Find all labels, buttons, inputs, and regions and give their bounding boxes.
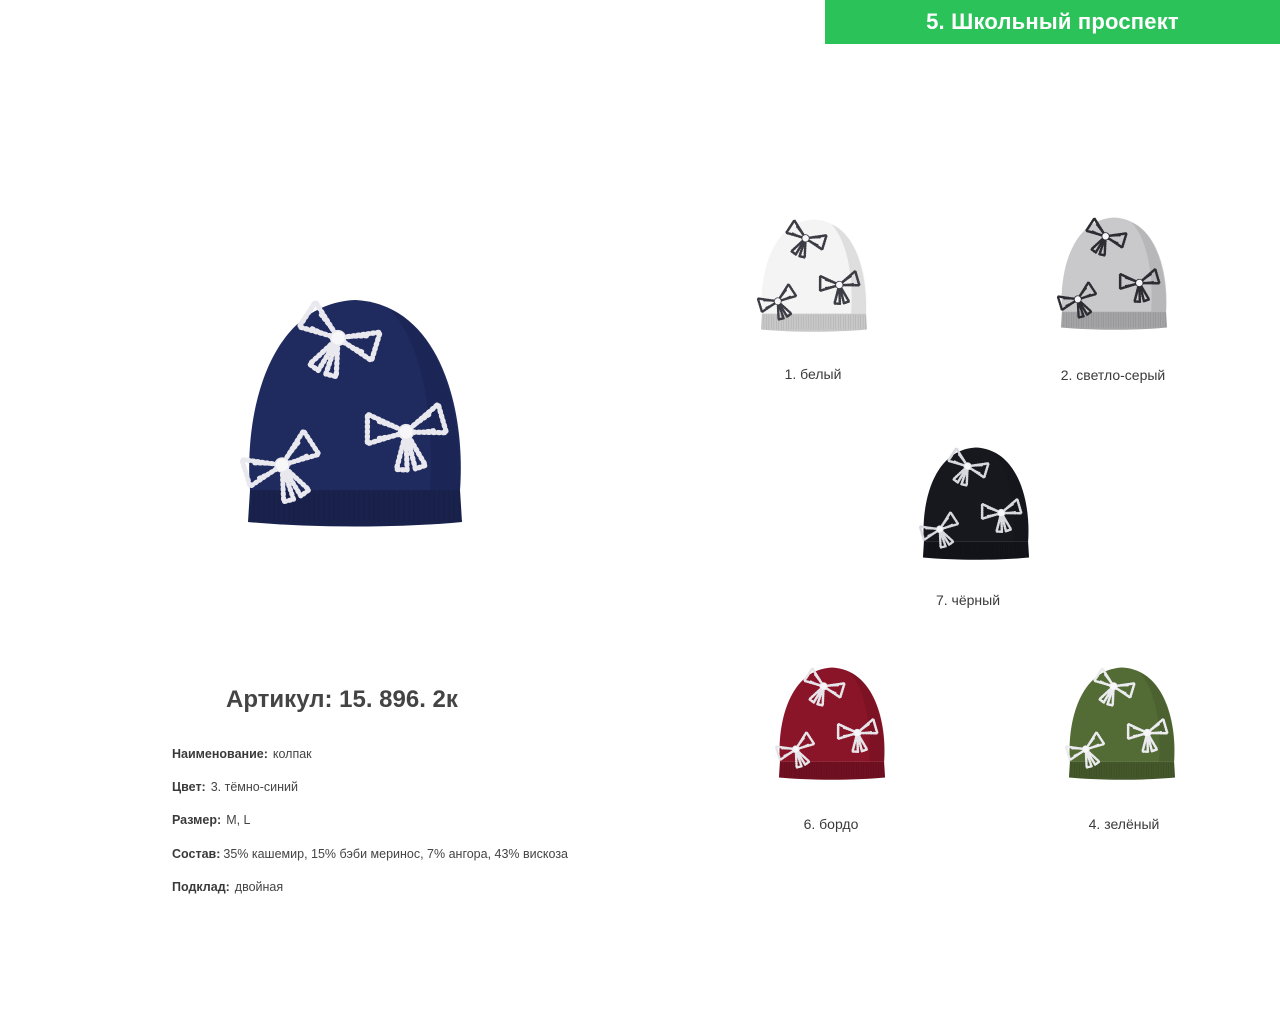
spec-name-key: Наименование: — [172, 747, 268, 761]
hat-navy-image — [239, 299, 462, 527]
hat-green-image — [1064, 667, 1176, 780]
spec-lining-value: двойная — [234, 880, 284, 894]
spec-size-key: Размер: — [172, 813, 222, 827]
section-title-banner: 5. Школьный проспект — [825, 0, 1280, 44]
hat-black-image — [918, 447, 1030, 560]
variant-image-light-grey — [1052, 206, 1176, 338]
spec-lining-row: Подклад: двойная — [172, 880, 283, 894]
hat-rib-band — [778, 761, 886, 780]
article-title: Артикул: 15. 896. 2к — [226, 686, 458, 713]
spec-color-row: Цвет: 3. тёмно-синий — [172, 780, 298, 794]
spec-size-value: M, L — [226, 813, 251, 827]
spec-composition-row: Состав: 35% кашемир, 15% бэби меринос, 7%… — [172, 847, 568, 861]
hat-rib-band — [248, 490, 462, 527]
variant-label-green: 4. зелёный — [1088, 816, 1160, 832]
variant-label-bordeaux: 6. бордо — [803, 816, 859, 832]
hat-light-grey-image — [1056, 217, 1168, 330]
spec-composition-key: Состав: — [172, 847, 221, 861]
spec-composition-value: 35% кашемир, 15% бэби меринос, 7% ангора… — [223, 847, 568, 861]
variant-label-black: 7. чёрный — [935, 592, 1001, 608]
variant-label-light-grey: 2. светло-серый — [1060, 367, 1166, 383]
spec-color-value: 3. тёмно-синий — [210, 780, 299, 794]
variant-image-black — [914, 436, 1038, 568]
hat-rib-band — [922, 541, 1030, 560]
hat-rib-band — [1068, 761, 1176, 780]
spec-lining-key: Подклад: — [172, 880, 230, 894]
variant-image-bordeaux — [770, 656, 894, 788]
main-product-image — [230, 290, 480, 530]
spec-color-key: Цвет: — [172, 780, 206, 794]
variant-image-white — [752, 208, 876, 340]
section-title: 5. Школьный проспект — [926, 9, 1179, 34]
variant-label-white: 1. белый — [784, 366, 842, 382]
spec-name-value: колпак — [272, 747, 312, 761]
spec-name-row: Наименование: колпак — [172, 747, 312, 761]
spec-size-row: Размер: M, L — [172, 813, 251, 827]
hat-rib-band — [760, 313, 868, 332]
hat-bordeaux-image — [774, 667, 886, 780]
hat-rib-band — [1060, 311, 1168, 330]
hat-white-image — [756, 219, 868, 332]
variant-image-green — [1060, 656, 1184, 788]
